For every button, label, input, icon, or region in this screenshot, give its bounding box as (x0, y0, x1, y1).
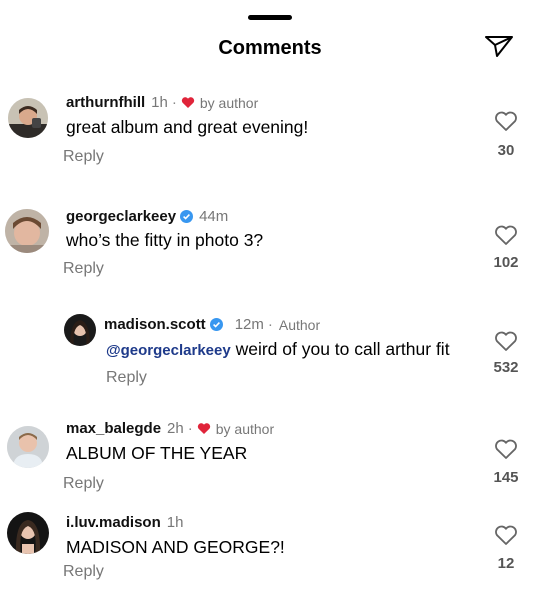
reply-button[interactable]: Reply (63, 475, 104, 493)
drag-handle[interactable] (248, 15, 292, 20)
comments-sheet: Comments arthurnfhill 1h · by author gre (0, 0, 540, 609)
comment-username[interactable]: i.luv.madison (66, 514, 161, 531)
comment-time: 1h (166, 514, 184, 531)
avatar[interactable] (7, 512, 49, 554)
comment-time: 44m (199, 208, 229, 225)
like-count: 30 (497, 142, 515, 159)
liked-by-author-label: by author (215, 420, 275, 437)
comment-text: ALBUM OF THE YEAR (66, 443, 248, 463)
comment-time: 2h (167, 420, 184, 437)
like-button[interactable] (494, 110, 518, 132)
avatar[interactable] (8, 98, 48, 138)
comment-time: 1h (151, 94, 168, 111)
comment-username[interactable]: arthurnfhill (66, 94, 145, 111)
heart-outline-icon (495, 439, 517, 459)
comment-text: MADISON AND GEORGE?! (66, 537, 285, 557)
like-button[interactable] (494, 330, 518, 352)
comment-text: who’s the fitty in photo 3? (66, 230, 264, 250)
heart-filled-icon (181, 97, 195, 108)
reply-button[interactable]: Reply (106, 369, 147, 387)
mention-link[interactable]: @georgeclarkeey (106, 342, 231, 359)
paper-plane-icon (485, 36, 513, 57)
heart-outline-icon (495, 225, 517, 245)
like-count: 145 (493, 469, 519, 486)
verified-badge-icon (209, 318, 223, 331)
comment-username[interactable]: madison.scott (104, 316, 206, 333)
avatar[interactable] (64, 314, 96, 346)
comment-username[interactable]: georgeclarkeey (66, 208, 176, 225)
reply-button[interactable]: Reply (63, 563, 104, 581)
reply-button[interactable]: Reply (63, 148, 104, 166)
verified-badge-icon (180, 210, 194, 223)
comment-text: weird of you to call arthur fit (235, 339, 450, 359)
like-count: 532 (493, 359, 519, 376)
reply-button[interactable]: Reply (63, 260, 104, 278)
like-button[interactable] (494, 524, 518, 546)
heart-outline-icon (495, 111, 517, 131)
comment-time: 12m (234, 316, 264, 333)
liked-by-author-label: by author (199, 94, 259, 111)
share-button[interactable] (482, 31, 516, 59)
heart-outline-icon (495, 331, 517, 351)
comment-username[interactable]: max_balegde (66, 420, 161, 437)
comment-text-wrapper: @georgeclarkeey weird of you to call art… (106, 339, 450, 360)
like-count: 12 (497, 555, 515, 572)
like-count: 102 (493, 254, 519, 271)
like-button[interactable] (494, 438, 518, 460)
comment-text: great album and great evening! (66, 117, 309, 137)
heart-outline-icon (495, 525, 517, 545)
avatar[interactable] (5, 209, 49, 253)
author-label: Author (278, 316, 321, 333)
avatar[interactable] (7, 426, 49, 468)
like-button[interactable] (494, 224, 518, 246)
heart-filled-icon (197, 423, 210, 434)
page-title: Comments (218, 37, 322, 59)
